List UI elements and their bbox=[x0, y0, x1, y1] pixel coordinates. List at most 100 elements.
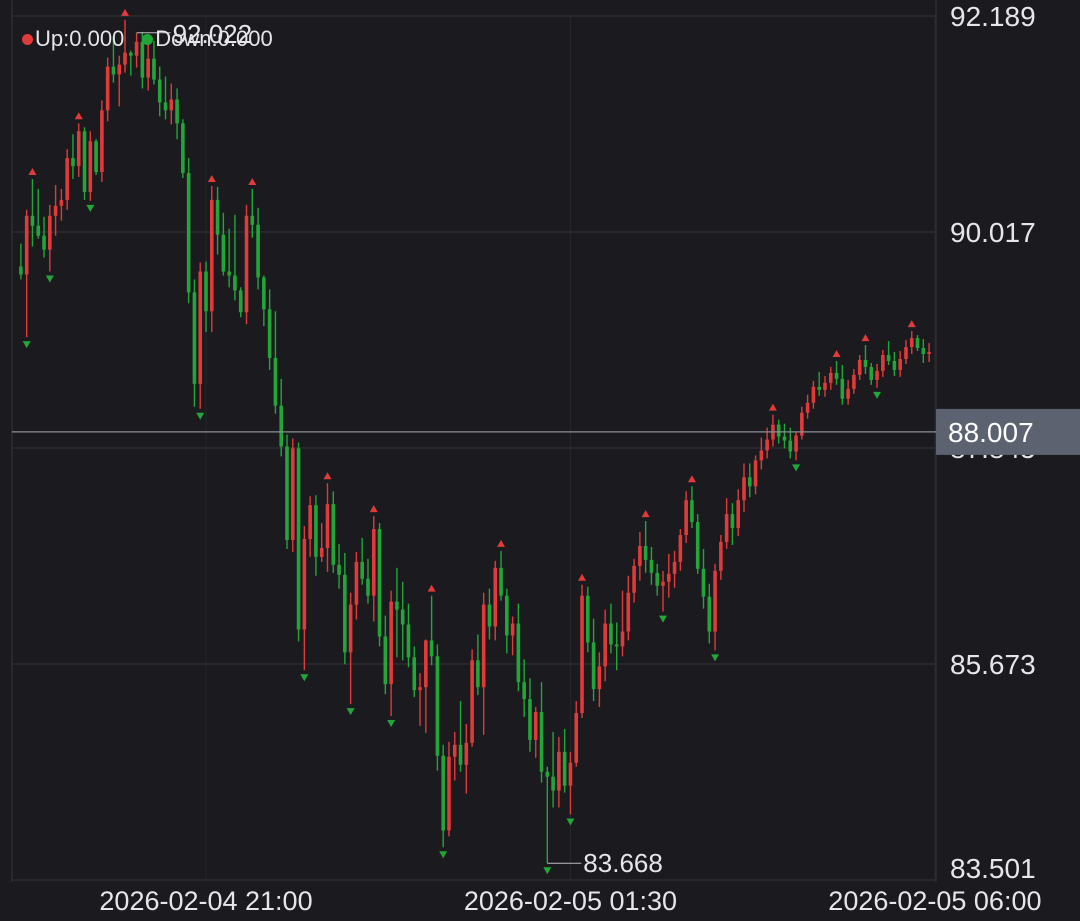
candle bbox=[290, 438, 295, 552]
candle-body bbox=[684, 500, 688, 536]
candle bbox=[823, 375, 827, 397]
candle bbox=[244, 204, 249, 325]
candle-body bbox=[840, 378, 845, 399]
candle bbox=[846, 379, 850, 405]
candle bbox=[458, 701, 463, 772]
candle bbox=[452, 731, 457, 781]
down-marker-icon bbox=[711, 654, 720, 662]
candle bbox=[59, 188, 64, 221]
up-marker-icon bbox=[641, 510, 650, 518]
candle bbox=[400, 581, 405, 661]
candle bbox=[626, 575, 631, 641]
candle bbox=[707, 583, 712, 644]
candle-body bbox=[499, 567, 503, 596]
down-marker-icon bbox=[387, 720, 396, 728]
candle-body bbox=[707, 596, 712, 632]
candle bbox=[747, 463, 752, 498]
candle bbox=[840, 364, 845, 405]
candle-body bbox=[198, 271, 203, 384]
candle bbox=[71, 134, 75, 179]
up-marker-icon bbox=[578, 573, 587, 581]
candle bbox=[811, 380, 816, 409]
candle-body bbox=[302, 538, 307, 630]
candle bbox=[19, 243, 23, 280]
candle-body bbox=[516, 623, 521, 683]
candle bbox=[794, 432, 798, 461]
candle bbox=[782, 423, 787, 449]
candle-body bbox=[105, 66, 110, 111]
candle-body bbox=[331, 504, 336, 565]
candle bbox=[828, 366, 833, 390]
y-tick-label: 85.673 bbox=[950, 649, 1036, 680]
candle bbox=[857, 355, 862, 380]
up-marker-icon bbox=[687, 475, 696, 483]
up-marker-icon bbox=[427, 584, 436, 592]
candle bbox=[366, 558, 370, 604]
candle-body bbox=[262, 277, 266, 310]
candle-body bbox=[927, 352, 931, 355]
candle bbox=[256, 207, 260, 290]
candle bbox=[516, 603, 521, 692]
candle-body bbox=[360, 561, 364, 579]
candle-body bbox=[753, 460, 758, 487]
y-tick-label: 90.017 bbox=[950, 217, 1036, 248]
candle bbox=[215, 186, 220, 255]
candle bbox=[221, 212, 226, 276]
candle-body bbox=[464, 742, 469, 765]
candle bbox=[343, 552, 347, 665]
candle-body bbox=[175, 99, 179, 124]
candle-body bbox=[325, 504, 330, 548]
candle bbox=[238, 287, 243, 318]
candle bbox=[852, 368, 856, 394]
candle-body bbox=[505, 595, 509, 636]
candle-body bbox=[181, 123, 185, 174]
candle-body bbox=[666, 573, 671, 582]
down-dot-icon bbox=[142, 33, 154, 45]
candle-body bbox=[250, 215, 255, 225]
candle bbox=[510, 616, 515, 656]
candle bbox=[713, 563, 717, 651]
candle-body bbox=[238, 290, 243, 313]
candle bbox=[267, 289, 272, 370]
x-tick-label: 2026-02-05 06:00 bbox=[828, 886, 1041, 916]
marker-layer: 92.02283.668 bbox=[22, 8, 916, 878]
candle bbox=[337, 543, 341, 589]
candle bbox=[753, 455, 758, 495]
legend-down: Down:0.000 bbox=[142, 26, 273, 52]
candle-body bbox=[747, 477, 752, 487]
candle-body bbox=[863, 359, 868, 367]
up-marker-icon bbox=[768, 403, 777, 411]
candle bbox=[574, 701, 579, 767]
candle bbox=[175, 88, 179, 140]
down-marker-icon bbox=[45, 275, 54, 283]
candle-body bbox=[574, 713, 579, 763]
candle-body bbox=[834, 372, 839, 379]
candle bbox=[441, 744, 445, 848]
candle bbox=[690, 486, 694, 529]
candle-body bbox=[24, 215, 29, 275]
up-marker-icon bbox=[907, 320, 916, 328]
candle-body bbox=[655, 572, 660, 586]
down-marker-icon bbox=[873, 391, 882, 399]
legend-up: Up:0.000 bbox=[22, 26, 124, 52]
candle-body bbox=[76, 131, 81, 167]
candle bbox=[533, 707, 538, 758]
candle-body bbox=[221, 234, 226, 272]
candlestick-chart[interactable]: 92.02283.668 92.18990.01787.84585.67383.… bbox=[0, 0, 1080, 921]
candle-body bbox=[614, 644, 619, 647]
candle-body bbox=[111, 66, 116, 75]
candle-body bbox=[59, 199, 64, 206]
candle bbox=[742, 463, 746, 513]
candle bbox=[209, 185, 214, 333]
candle-body bbox=[267, 309, 272, 358]
candle-body bbox=[522, 682, 526, 700]
candle bbox=[435, 644, 440, 771]
candle bbox=[129, 50, 133, 76]
candle-body bbox=[846, 388, 850, 399]
candle-body bbox=[117, 64, 122, 75]
candle-body bbox=[730, 514, 735, 529]
candle bbox=[557, 736, 561, 808]
candle bbox=[360, 538, 364, 585]
candle-body bbox=[71, 158, 75, 167]
candle-body bbox=[319, 547, 324, 557]
